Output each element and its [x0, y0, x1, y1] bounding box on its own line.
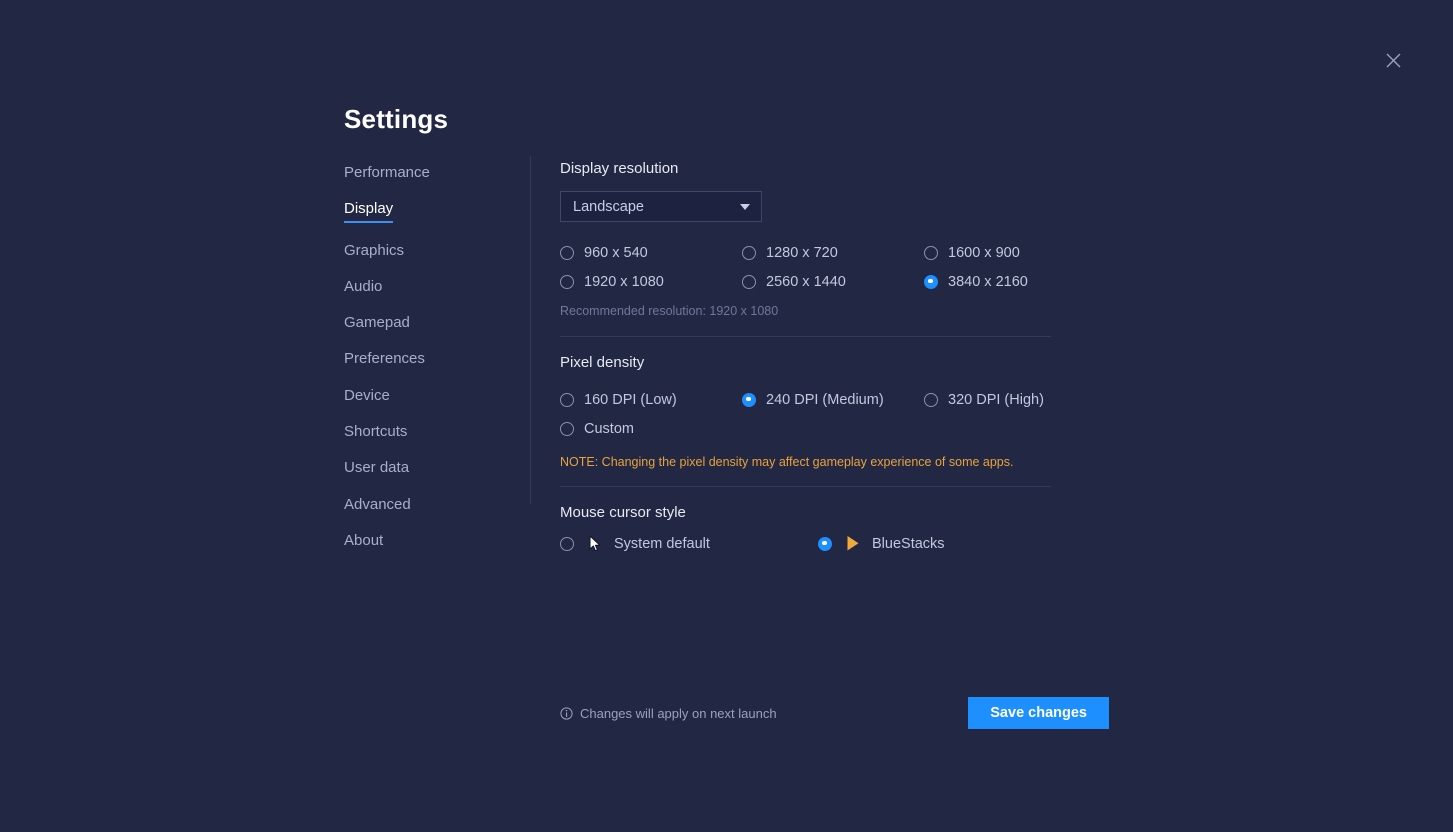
mouse-cursor-radio-group: System default BlueStacks	[560, 535, 1080, 552]
info-icon-glyph	[560, 706, 573, 720]
radio-icon[interactable]	[560, 245, 574, 260]
footer-note: Changes will apply on next launch	[560, 706, 777, 721]
sidebar-item-label: Advanced	[344, 495, 411, 513]
radio-icon[interactable]	[560, 421, 574, 436]
radio-icon[interactable]	[742, 245, 756, 260]
radio-icon[interactable]	[818, 536, 832, 551]
pixel-density-title: Pixel density	[560, 354, 645, 371]
radio-icon[interactable]	[924, 245, 938, 260]
resolution-option-1600x900[interactable]: 1600 x 900	[924, 238, 1080, 267]
pixel-density-option-320[interactable]: 320 DPI (High)	[924, 385, 1080, 414]
pixel-density-option-240[interactable]: 240 DPI (Medium)	[742, 385, 924, 414]
sidebar-item-user-data[interactable]: User data	[344, 458, 514, 477]
sidebar-item-label: Audio	[344, 277, 383, 295]
pixel-density-note: NOTE: Changing the pixel density may aff…	[560, 455, 1014, 469]
resolution-option-label: 3840 x 2160	[948, 273, 1028, 290]
sidebar-item-about[interactable]: About	[344, 531, 514, 550]
resolution-option-label: 960 x 540	[584, 244, 648, 261]
sidebar-item-shortcuts[interactable]: Shortcuts	[344, 422, 514, 441]
radio-icon[interactable]	[560, 392, 574, 407]
sidebar-item-label: Graphics	[344, 241, 405, 259]
footer-note-text: Changes will apply on next launch	[580, 705, 777, 721]
pixel-density-radio-group: 160 DPI (Low) 240 DPI (Medium) 320 DPI (…	[560, 385, 1080, 443]
settings-content: Display resolution Landscape 960 x 540 1…	[560, 160, 1080, 552]
system-cursor-icon	[584, 535, 606, 552]
sidebar-item-display[interactable]: Display	[344, 199, 514, 224]
save-changes-button[interactable]: Save changes	[968, 697, 1109, 729]
page-title: Settings	[344, 104, 449, 134]
resolution-option-2560x1440[interactable]: 2560 x 1440	[742, 267, 924, 296]
sidebar-item-advanced[interactable]: Advanced	[344, 495, 514, 514]
bluestacks-cursor-icon	[842, 535, 864, 552]
orientation-dropdown-value: Landscape	[573, 198, 644, 215]
sidebar-item-label: Shortcuts	[344, 423, 408, 441]
resolution-option-1280x720[interactable]: 1280 x 720	[742, 238, 924, 267]
sidebar-item-performance[interactable]: Performance	[344, 163, 514, 182]
chevron-down-icon	[740, 203, 750, 210]
sidebar-item-preferences[interactable]: Preferences	[344, 349, 514, 368]
sidebar-item-label: About	[344, 531, 384, 549]
mouse-cursor-style-title: Mouse cursor style	[560, 504, 686, 521]
resolution-option-label: 1600 x 900	[948, 244, 1020, 261]
radio-icon[interactable]	[560, 274, 574, 289]
pixel-density-option-160[interactable]: 160 DPI (Low)	[560, 385, 742, 414]
section-divider	[560, 336, 1051, 337]
resolution-option-3840x2160[interactable]: 3840 x 2160	[924, 267, 1080, 296]
cursor-option-label: BlueStacks	[872, 535, 945, 552]
sidebar-item-audio[interactable]: Audio	[344, 277, 514, 296]
radio-icon[interactable]	[742, 392, 756, 407]
recommended-resolution-hint: Recommended resolution: 1920 x 1080	[560, 304, 779, 318]
sidebar: Performance Display Graphics Audio Gamep…	[344, 163, 514, 567]
sidebar-item-label: Gamepad	[344, 314, 410, 332]
pixel-density-option-label: 320 DPI (High)	[948, 391, 1044, 408]
sidebar-item-label: User data	[344, 459, 410, 477]
sidebar-item-label: Device	[344, 386, 390, 404]
radio-icon[interactable]	[924, 274, 938, 289]
footer: Changes will apply on next launch Save c…	[560, 697, 1109, 729]
settings-window: Settings Performance Display Graphics Au…	[0, 0, 1453, 832]
radio-icon[interactable]	[560, 536, 574, 551]
pixel-density-option-label: Custom	[584, 420, 634, 437]
resolution-option-label: 2560 x 1440	[766, 273, 846, 290]
sidebar-item-graphics[interactable]: Graphics	[344, 241, 514, 260]
sidebar-item-label: Performance	[344, 164, 430, 181]
info-icon	[560, 706, 573, 720]
resolution-option-label: 1920 x 1080	[584, 273, 664, 290]
sidebar-divider	[530, 156, 531, 504]
pixel-density-option-label: 160 DPI (Low)	[584, 391, 677, 408]
pixel-density-option-custom[interactable]: Custom	[560, 414, 742, 443]
cursor-option-label: System default	[614, 535, 710, 552]
cursor-option-system-default[interactable]: System default	[560, 535, 818, 552]
bluestacks-cursor-glyph	[847, 536, 859, 551]
radio-icon[interactable]	[742, 274, 756, 289]
sidebar-item-label: Preferences	[344, 350, 425, 368]
sidebar-item-label: Display	[344, 199, 394, 224]
sidebar-item-gamepad[interactable]: Gamepad	[344, 313, 514, 332]
resolution-option-960x540[interactable]: 960 x 540	[560, 238, 742, 267]
display-resolution-title: Display resolution	[560, 160, 679, 177]
sidebar-item-device[interactable]: Device	[344, 386, 514, 405]
resolution-radio-group: 960 x 540 1280 x 720 1600 x 900 1920 x 1…	[560, 238, 1080, 296]
pixel-density-option-label: 240 DPI (Medium)	[766, 391, 884, 408]
section-divider	[560, 486, 1051, 487]
resolution-option-label: 1280 x 720	[766, 244, 838, 261]
orientation-dropdown[interactable]: Landscape	[560, 191, 762, 222]
close-icon[interactable]	[1380, 47, 1407, 74]
radio-icon[interactable]	[924, 392, 938, 407]
resolution-option-1920x1080[interactable]: 1920 x 1080	[560, 267, 742, 296]
cursor-option-bluestacks[interactable]: BlueStacks	[818, 535, 945, 552]
system-cursor-glyph	[588, 535, 601, 552]
close-icon-glyph	[1386, 53, 1401, 68]
